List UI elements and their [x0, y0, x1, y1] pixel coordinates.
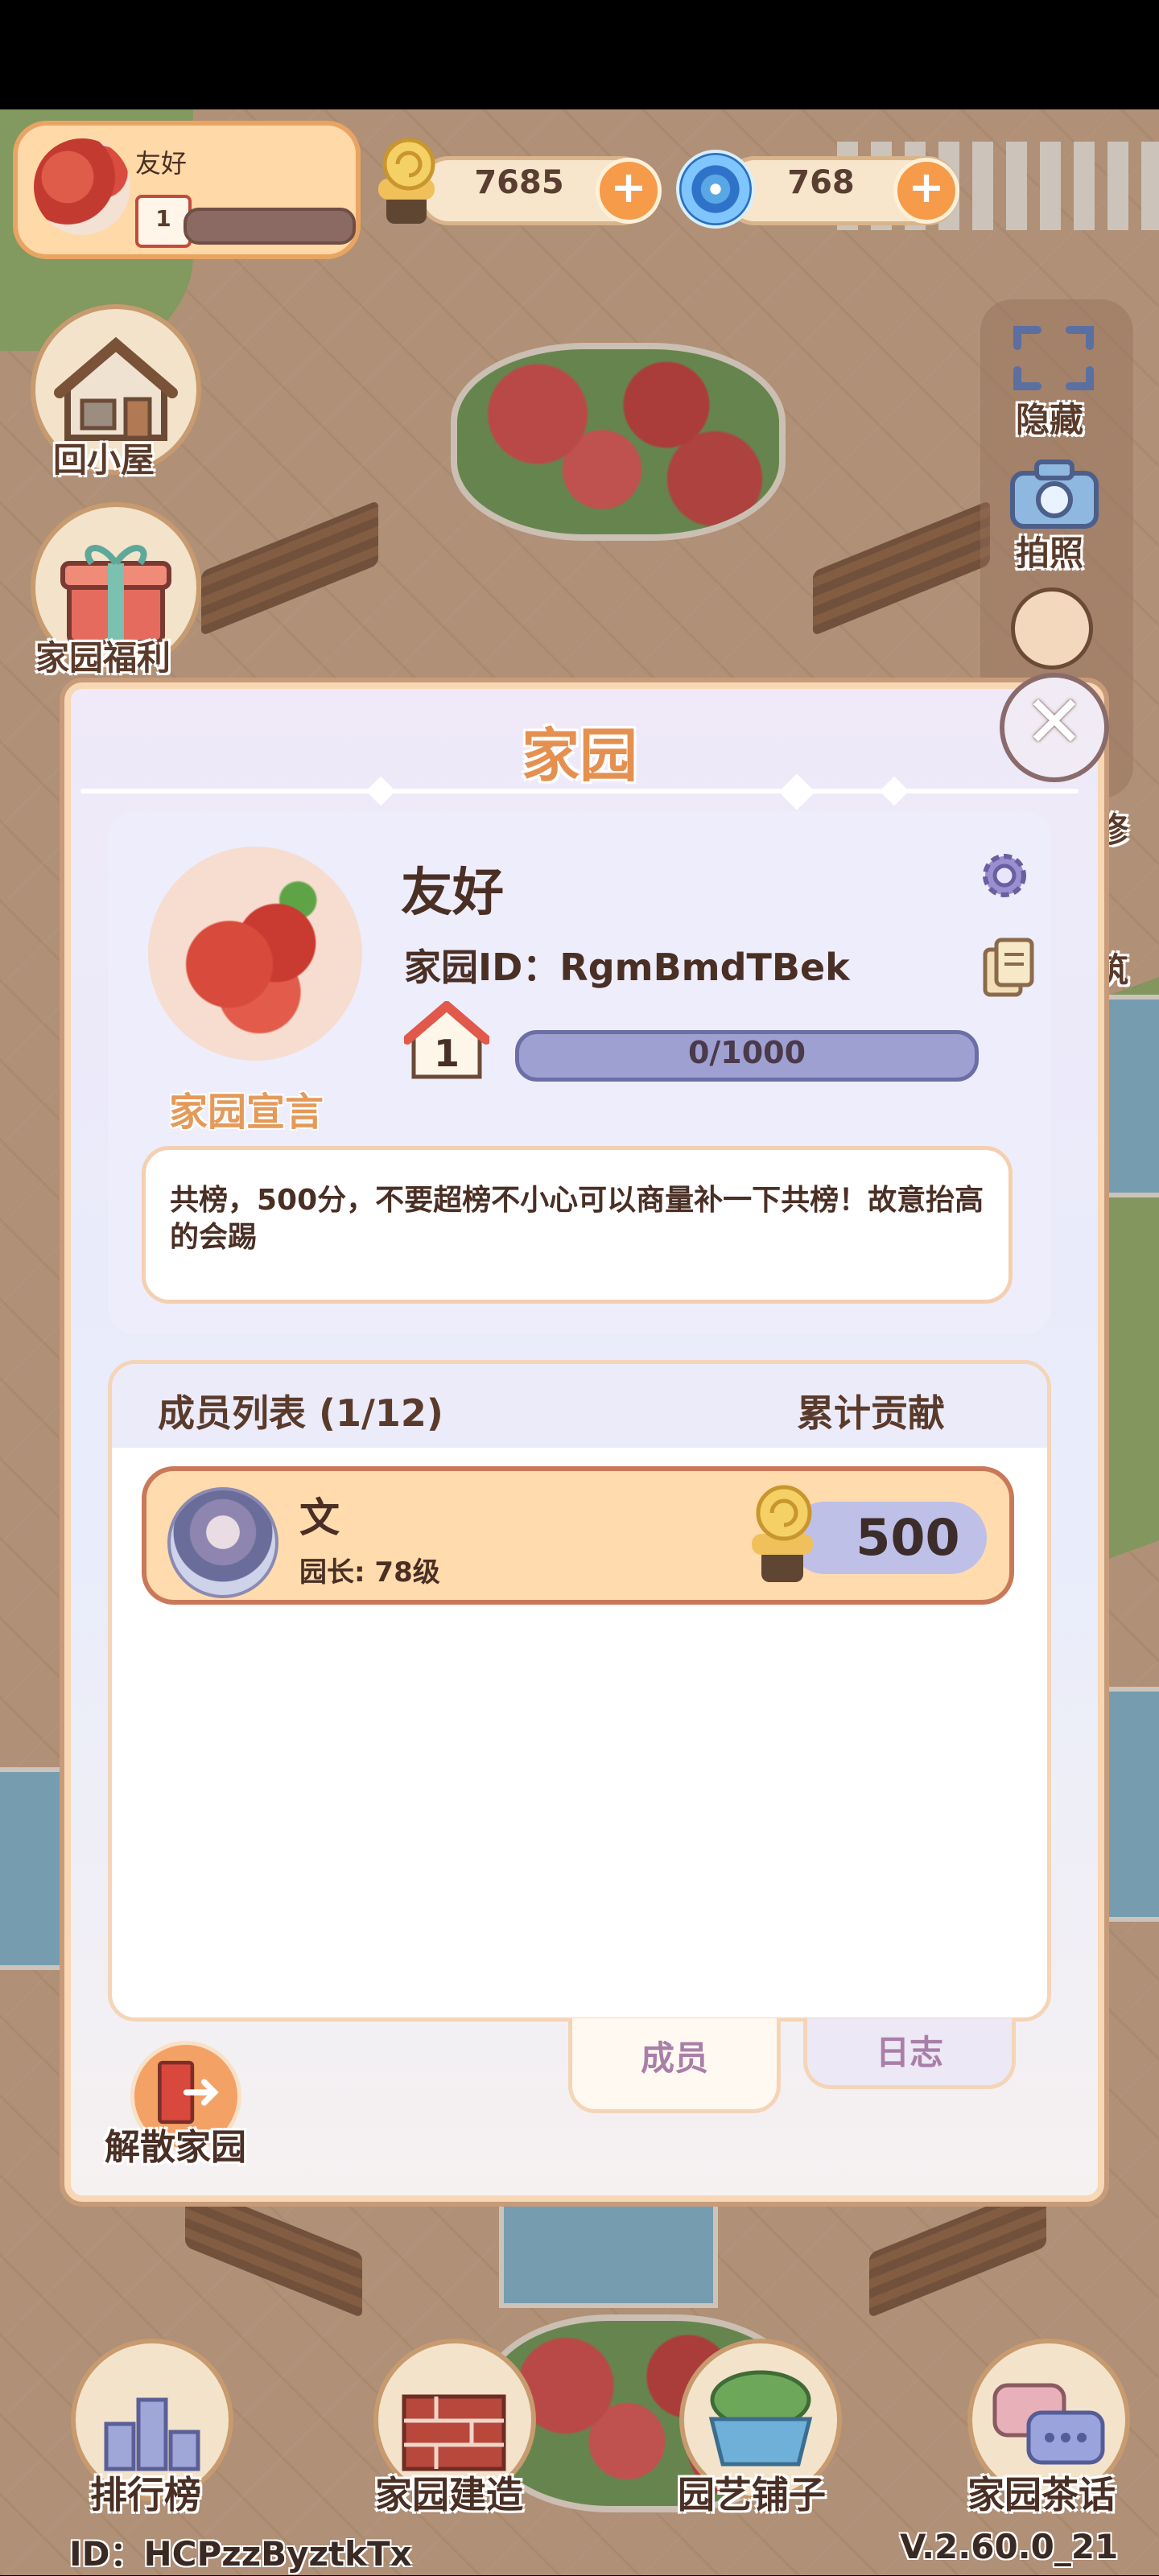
members-title: 成员列表 (1/12): [158, 1391, 443, 1435]
status-bar: [0, 0, 1159, 109]
gem-count: 768: [787, 164, 855, 201]
swirl-gem-icon: [676, 150, 755, 229]
home-build-label: 家园建造: [375, 2473, 523, 2516]
members-card: [108, 1360, 1051, 2022]
player-level-progress: [184, 208, 356, 245]
hide-label: 隐藏: [1016, 400, 1084, 439]
member-contribution: 500: [856, 1508, 960, 1567]
tab-log[interactable]: 日志: [803, 2018, 1016, 2089]
close-button[interactable]: ✕: [1000, 673, 1109, 782]
copy-id-icon[interactable]: [980, 935, 1037, 999]
garden-shop-label: 园艺铺子: [678, 2473, 826, 2516]
add-gems-button[interactable]: +: [893, 158, 959, 224]
title-divider: [80, 789, 1079, 793]
home-emblem-rose-icon[interactable]: [148, 847, 362, 1061]
character-avatar-icon[interactable]: [1011, 587, 1093, 670]
member-name: 文: [299, 1494, 340, 1541]
player-name: 友好: [135, 148, 188, 179]
member-avatar[interactable]: [167, 1487, 278, 1598]
member-role: 园长: 78级: [299, 1556, 440, 1589]
tab-members[interactable]: 成员: [568, 2018, 781, 2113]
home-level-progress-text: 0/1000: [687, 1035, 806, 1070]
welfare-label: 家园福利: [35, 638, 171, 678]
dissolve-home-label: 解散家园: [105, 2127, 246, 2168]
home-name: 友好: [401, 863, 504, 923]
contribution-title: 累计贡献: [797, 1391, 945, 1435]
photo-label: 拍照: [1016, 534, 1084, 573]
home-chat-label: 家园茶话: [967, 2473, 1116, 2516]
camera-icon[interactable]: [1004, 455, 1104, 533]
player-avatar[interactable]: [34, 138, 130, 235]
declaration-label: 家园宣言: [169, 1090, 324, 1135]
snail-coin-count: 7685: [474, 164, 564, 201]
declaration-text[interactable]: 共榜，500分，不要超榜不小心可以商量补一下共榜！故意抬高的会踢: [142, 1146, 1013, 1304]
snail-contribution-icon: [752, 1485, 813, 1582]
game-version: V.2.60.0_21: [900, 2527, 1119, 2566]
home-id: 家园ID：RgmBmdTBek: [404, 946, 850, 989]
home-level-value: 1: [433, 1032, 460, 1075]
modal-title: 家园: [521, 722, 637, 789]
player-id: ID：HCPzzByztkTx: [69, 2534, 412, 2574]
snail-coin-icon: [378, 138, 435, 224]
add-snail-coins-button[interactable]: +: [596, 158, 662, 224]
leaderboard-label: 排行榜: [90, 2473, 201, 2516]
return-home-label: 回小屋: [53, 440, 155, 480]
hide-icon[interactable]: [1009, 322, 1098, 394]
settings-gear-icon[interactable]: [974, 845, 1035, 906]
